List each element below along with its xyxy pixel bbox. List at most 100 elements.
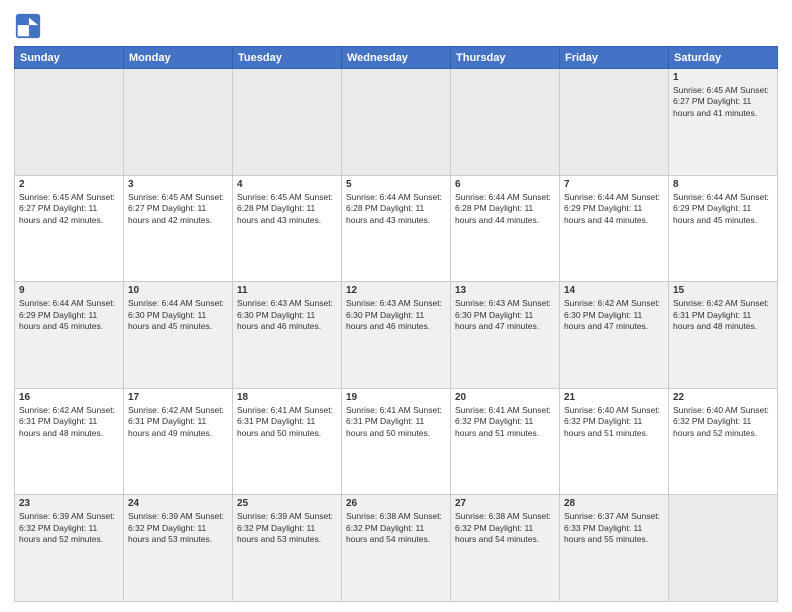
day-number: 7 (564, 179, 664, 190)
calendar-cell: 19Sunrise: 6:41 AM Sunset: 6:31 PM Dayli… (342, 388, 451, 495)
calendar-cell: 1 Sunrise: 6:45 AM Sunset: 6:27 PM Daylig… (669, 69, 778, 176)
day-info: Sunrise: 6:44 AM Sunset: 6:29 PM Dayligh… (19, 298, 119, 332)
calendar-cell: 2 Sunrise: 6:45 AM Sunset: 6:27 PM Daylig… (15, 175, 124, 282)
calendar-cell: 16 Sunrise: 6:42 AM Sunset: 6:31 PM Dayli… (15, 388, 124, 495)
calendar-cell: 4 Sunrise: 6:45 AM Sunset: 6:28 PM Daylig… (233, 175, 342, 282)
day-number: 22 (673, 392, 773, 403)
day-number: 1 (673, 72, 773, 83)
calendar-cell (124, 69, 233, 176)
day-number: 15 (673, 285, 773, 296)
calendar-week-1: 1 Sunrise: 6:45 AM Sunset: 6:27 PM Daylig… (15, 69, 778, 176)
weekday-header-friday: Friday (560, 47, 669, 69)
day-number: 2 (19, 179, 119, 190)
day-number: 13 (455, 285, 555, 296)
calendar-cell: 25 Sunrise: 6:39 AM Sunset: 6:32 PM Dayli… (233, 495, 342, 602)
calendar-cell: 23 Sunrise: 6:39 AM Sunset: 6:32 PM Dayli… (15, 495, 124, 602)
day-number: 3 (128, 179, 228, 190)
calendar-cell: 10Sunrise: 6:44 AM Sunset: 6:30 PM Dayli… (124, 282, 233, 389)
calendar-header-row: SundayMondayTuesdayWednesdayThursdayFrid… (15, 47, 778, 69)
day-number: 11 (237, 285, 337, 296)
day-number: 8 (673, 179, 773, 190)
day-number: 6 (455, 179, 555, 190)
calendar-week-5: 23 Sunrise: 6:39 AM Sunset: 6:32 PM Dayli… (15, 495, 778, 602)
day-info: Sunrise: 6:44 AM Sunset: 6:29 PM Dayligh… (673, 192, 773, 226)
calendar-cell: 27 Sunrise: 6:38 AM Sunset: 6:32 PM Dayli… (451, 495, 560, 602)
weekday-header-saturday: Saturday (669, 47, 778, 69)
day-info: Sunrise: 6:39 AM Sunset: 6:32 PM Dayligh… (237, 511, 337, 545)
day-number: 19 (346, 392, 446, 403)
day-info: Sunrise: 6:39 AM Sunset: 6:32 PM Dayligh… (128, 511, 228, 545)
day-info: Sunrise: 6:44 AM Sunset: 6:28 PM Dayligh… (346, 192, 446, 226)
weekday-header-monday: Monday (124, 47, 233, 69)
calendar-cell: 7 Sunrise: 6:44 AM Sunset: 6:29 PM Daylig… (560, 175, 669, 282)
day-info: Sunrise: 6:40 AM Sunset: 6:32 PM Dayligh… (673, 405, 773, 439)
calendar-cell: 21 Sunrise: 6:40 AM Sunset: 6:32 PM Dayli… (560, 388, 669, 495)
day-number: 16 (19, 392, 119, 403)
calendar-cell: 3 Sunrise: 6:45 AM Sunset: 6:27 PM Daylig… (124, 175, 233, 282)
calendar-cell: 6 Sunrise: 6:44 AM Sunset: 6:28 PM Daylig… (451, 175, 560, 282)
calendar-cell (451, 69, 560, 176)
day-number: 5 (346, 179, 446, 190)
day-info: Sunrise: 6:41 AM Sunset: 6:31 PM Dayligh… (237, 405, 337, 439)
day-number: 28 (564, 498, 664, 509)
day-number: 10 (128, 285, 228, 296)
day-number: 17 (128, 392, 228, 403)
day-info: Sunrise: 6:44 AM Sunset: 6:29 PM Dayligh… (564, 192, 664, 226)
calendar-cell: 18 Sunrise: 6:41 AM Sunset: 6:31 PM Dayli… (233, 388, 342, 495)
calendar-cell: 17Sunrise: 6:42 AM Sunset: 6:31 PM Dayli… (124, 388, 233, 495)
day-info: Sunrise: 6:42 AM Sunset: 6:31 PM Dayligh… (673, 298, 773, 332)
calendar-cell: 14Sunrise: 6:42 AM Sunset: 6:30 PM Dayli… (560, 282, 669, 389)
calendar-cell: 28 Sunrise: 6:37 AM Sunset: 6:33 PM Dayli… (560, 495, 669, 602)
calendar-table: SundayMondayTuesdayWednesdayThursdayFrid… (14, 46, 778, 602)
calendar-cell: 13 Sunrise: 6:43 AM Sunset: 6:30 PM Dayli… (451, 282, 560, 389)
day-number: 25 (237, 498, 337, 509)
day-info: Sunrise: 6:44 AM Sunset: 6:28 PM Dayligh… (455, 192, 555, 226)
day-number: 4 (237, 179, 337, 190)
day-info: Sunrise: 6:43 AM Sunset: 6:30 PM Dayligh… (346, 298, 446, 332)
weekday-header-tuesday: Tuesday (233, 47, 342, 69)
day-number: 18 (237, 392, 337, 403)
calendar-cell (560, 69, 669, 176)
calendar-cell: 15 Sunrise: 6:42 AM Sunset: 6:31 PM Dayli… (669, 282, 778, 389)
day-info: Sunrise: 6:40 AM Sunset: 6:32 PM Dayligh… (564, 405, 664, 439)
page: SundayMondayTuesdayWednesdayThursdayFrid… (0, 0, 792, 612)
header (14, 10, 778, 40)
day-info: Sunrise: 6:41 AM Sunset: 6:32 PM Dayligh… (455, 405, 555, 439)
calendar-cell: 8 Sunrise: 6:44 AM Sunset: 6:29 PM Daylig… (669, 175, 778, 282)
calendar-cell (233, 69, 342, 176)
day-info: Sunrise: 6:38 AM Sunset: 6:32 PM Dayligh… (346, 511, 446, 545)
calendar-week-2: 2 Sunrise: 6:45 AM Sunset: 6:27 PM Daylig… (15, 175, 778, 282)
weekday-header-wednesday: Wednesday (342, 47, 451, 69)
calendar-body: 1 Sunrise: 6:45 AM Sunset: 6:27 PM Daylig… (15, 69, 778, 602)
day-number: 21 (564, 392, 664, 403)
day-info: Sunrise: 6:39 AM Sunset: 6:32 PM Dayligh… (19, 511, 119, 545)
weekday-header-thursday: Thursday (451, 47, 560, 69)
day-info: Sunrise: 6:45 AM Sunset: 6:27 PM Dayligh… (673, 85, 773, 119)
day-number: 20 (455, 392, 555, 403)
calendar-cell: 24 Sunrise: 6:39 AM Sunset: 6:32 PM Dayli… (124, 495, 233, 602)
calendar-cell: 9 Sunrise: 6:44 AM Sunset: 6:29 PM Daylig… (15, 282, 124, 389)
day-info: Sunrise: 6:43 AM Sunset: 6:30 PM Dayligh… (237, 298, 337, 332)
day-number: 23 (19, 498, 119, 509)
calendar-week-3: 9 Sunrise: 6:44 AM Sunset: 6:29 PM Daylig… (15, 282, 778, 389)
day-number: 27 (455, 498, 555, 509)
day-info: Sunrise: 6:45 AM Sunset: 6:28 PM Dayligh… (237, 192, 337, 226)
day-info: Sunrise: 6:42 AM Sunset: 6:31 PM Dayligh… (19, 405, 119, 439)
day-info: Sunrise: 6:45 AM Sunset: 6:27 PM Dayligh… (19, 192, 119, 226)
logo (14, 14, 44, 40)
weekday-header-sunday: Sunday (15, 47, 124, 69)
day-info: Sunrise: 6:43 AM Sunset: 6:30 PM Dayligh… (455, 298, 555, 332)
calendar-cell: 26Sunrise: 6:38 AM Sunset: 6:32 PM Dayli… (342, 495, 451, 602)
logo-icon (14, 12, 42, 40)
day-info: Sunrise: 6:42 AM Sunset: 6:30 PM Dayligh… (564, 298, 664, 332)
calendar-cell (342, 69, 451, 176)
calendar-cell (669, 495, 778, 602)
day-number: 9 (19, 285, 119, 296)
day-number: 24 (128, 498, 228, 509)
calendar-cell: 11 Sunrise: 6:43 AM Sunset: 6:30 PM Dayli… (233, 282, 342, 389)
calendar-cell: 20 Sunrise: 6:41 AM Sunset: 6:32 PM Dayli… (451, 388, 560, 495)
day-info: Sunrise: 6:38 AM Sunset: 6:32 PM Dayligh… (455, 511, 555, 545)
day-info: Sunrise: 6:37 AM Sunset: 6:33 PM Dayligh… (564, 511, 664, 545)
day-number: 12 (346, 285, 446, 296)
day-info: Sunrise: 6:45 AM Sunset: 6:27 PM Dayligh… (128, 192, 228, 226)
